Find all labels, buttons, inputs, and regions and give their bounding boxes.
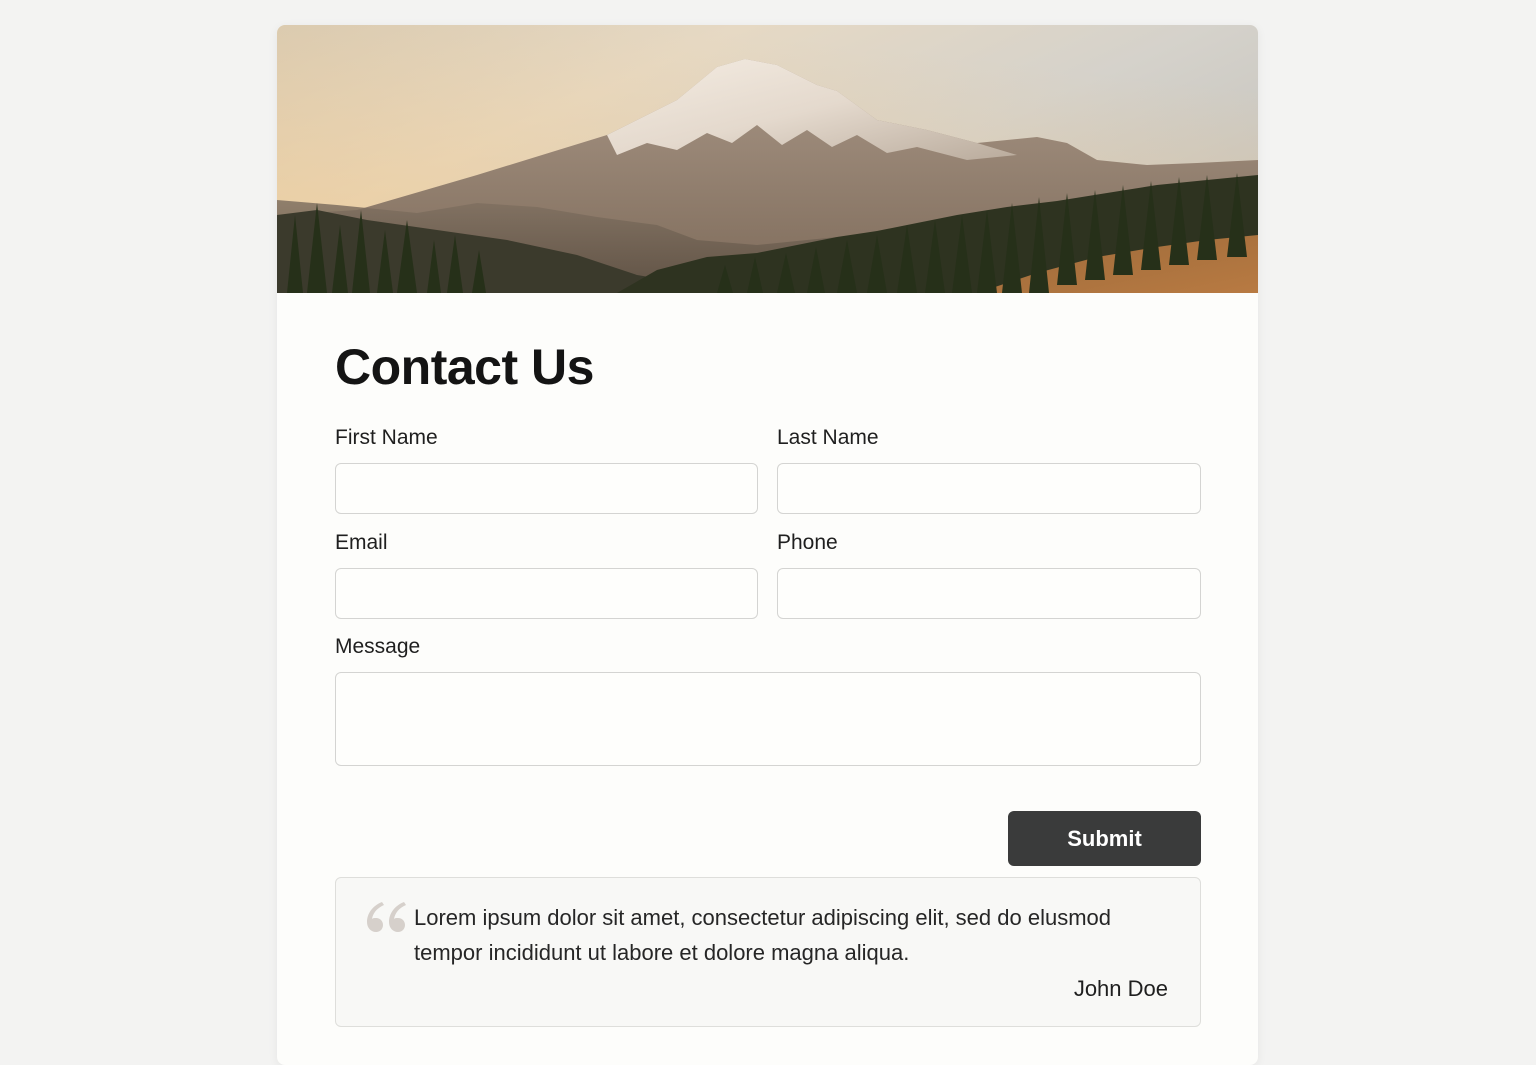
phone-input[interactable] [777, 568, 1201, 619]
submit-button[interactable]: Submit [1008, 811, 1201, 866]
testimonial-text: Lorem ipsum dolor sit amet, consectetur … [414, 905, 1112, 965]
email-label: Email [335, 531, 388, 554]
first-name-input[interactable] [335, 463, 758, 514]
message-textarea[interactable] [335, 672, 1201, 766]
quote-icon [367, 902, 406, 932]
testimonial-card: Lorem ipsum dolor sit amet, consectetur … [335, 877, 1201, 1027]
phone-label: Phone [777, 531, 838, 554]
testimonial-author: John Doe [1073, 976, 1168, 1001]
last-name-input[interactable] [777, 463, 1201, 514]
message-label: Message [335, 635, 421, 658]
last-name-label: Last Name [777, 426, 879, 449]
first-name-label: First Name [335, 426, 438, 449]
email-input[interactable] [335, 568, 758, 619]
contact-card: Contact Us First Name Last Name Email Ph… [277, 25, 1258, 1065]
hero-image [277, 25, 1258, 293]
page-title: Contact Us [335, 339, 594, 395]
